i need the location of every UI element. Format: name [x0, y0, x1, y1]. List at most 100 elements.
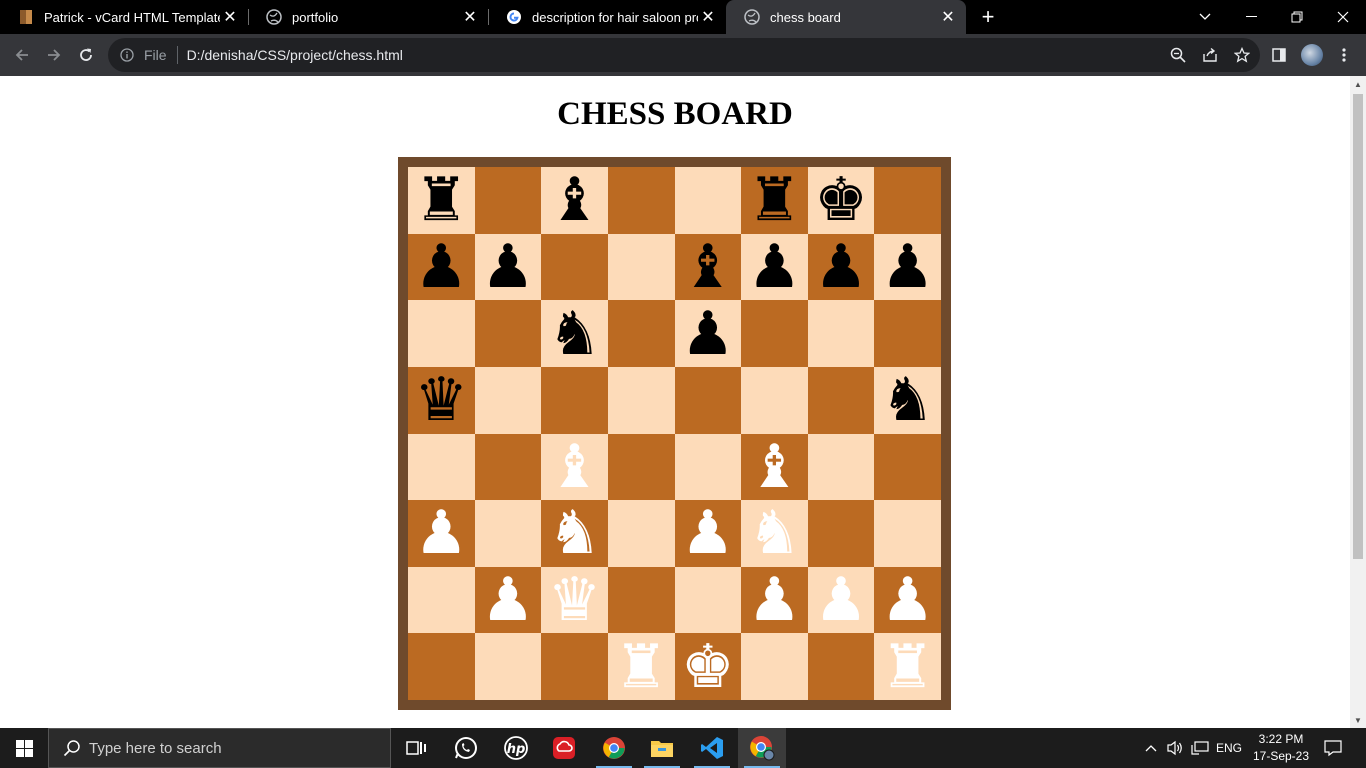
black-rook-icon: ♜ — [747, 165, 802, 236]
task-view-icon[interactable] — [392, 728, 440, 768]
back-button[interactable] — [8, 41, 36, 69]
scroll-up-arrow-icon[interactable]: ▲ — [1350, 76, 1366, 92]
black-pawn-icon: ♟ — [414, 231, 469, 302]
clock-time: 3:22 PM — [1258, 732, 1304, 746]
board-square — [607, 167, 675, 234]
zoom-icon[interactable] — [1168, 45, 1188, 65]
black-queen-icon: ♛ — [414, 365, 469, 436]
restore-button[interactable] — [1274, 0, 1320, 34]
close-icon[interactable]: ✕ — [698, 7, 718, 27]
board-square — [674, 433, 742, 501]
board-square — [474, 366, 542, 434]
globe-icon — [744, 9, 760, 25]
share-icon[interactable] — [1200, 45, 1220, 65]
vertical-scrollbar[interactable]: ▲ ▼ — [1350, 76, 1366, 728]
board-square: ♟ — [674, 500, 742, 567]
board-square: ♟ — [741, 233, 808, 301]
close-window-button[interactable] — [1320, 0, 1366, 34]
volume-icon[interactable] — [1164, 728, 1186, 768]
close-icon[interactable]: ✕ — [460, 7, 480, 27]
new-tab-button[interactable]: + — [975, 4, 1001, 30]
board-square: ♛ — [541, 566, 608, 634]
board-square — [807, 366, 875, 434]
close-icon[interactable]: ✕ — [938, 7, 958, 27]
black-pawn-icon: ♟ — [481, 231, 535, 302]
board-square: ♟ — [474, 231, 542, 302]
tab-portfolio[interactable]: portfolio ✕ — [248, 0, 488, 34]
avatar — [1301, 44, 1323, 66]
address-bar[interactable]: File D:/denisha/CSS/project/chess.html — [108, 38, 1260, 72]
board-square: ♝ — [674, 233, 742, 301]
board-square — [807, 500, 875, 567]
side-panel-button[interactable] — [1265, 41, 1293, 69]
clock-date: 17-Sep-23 — [1252, 749, 1310, 763]
kebab-menu-icon — [1342, 48, 1346, 62]
vcard-favicon — [18, 9, 34, 25]
page-content: CHESS BOARD ♜ ♝ ♜ ♚ ♟ ♟ ♝ ♟ ♟ ♟ ♞ ♟ ♛ ♞ ♝ ♝ ♟ ♞ ♟ ♞ ♟ ♛ ♟ ♟ ♟ ♜ ♚ ♜ — [0, 76, 1350, 728]
board-square: ♞ — [541, 300, 608, 367]
white-rook-icon: ♜ — [614, 631, 669, 702]
chrome-active-icon[interactable] — [738, 728, 786, 768]
white-pawn-icon: ♟ — [747, 565, 802, 636]
board-square: ♞ — [741, 500, 808, 567]
scroll-down-arrow-icon[interactable]: ▼ — [1350, 712, 1366, 728]
whatsapp-icon[interactable] — [442, 728, 490, 768]
notifications-icon[interactable] — [1318, 728, 1348, 768]
start-button[interactable] — [0, 728, 48, 768]
taskbar-search-box[interactable]: Type here to search — [48, 728, 391, 768]
black-king-icon: ♚ — [814, 165, 868, 236]
board-square — [874, 500, 941, 567]
reload-button[interactable] — [72, 41, 100, 69]
board-square — [474, 633, 542, 700]
profile-button[interactable] — [1298, 41, 1326, 69]
language-indicator[interactable]: ENG — [1212, 728, 1246, 768]
system-clock[interactable]: 3:22 PM 17-Sep-23 — [1248, 728, 1314, 768]
close-icon[interactable]: ✕ — [220, 7, 240, 27]
tab-chess-board[interactable]: chess board ✕ — [726, 0, 966, 34]
tab-search-button[interactable] — [1182, 0, 1228, 34]
address-divider — [176, 46, 178, 64]
network-icon[interactable] — [1188, 728, 1212, 768]
tab-title: Patrick - vCard HTML Template Pack — [44, 9, 220, 25]
black-knight-icon: ♞ — [547, 298, 602, 369]
tab-title: portfolio — [292, 9, 339, 25]
board-square — [674, 167, 742, 234]
board-square — [408, 633, 475, 700]
board-square — [607, 366, 675, 434]
black-rook-icon: ♜ — [414, 165, 469, 236]
vscode-icon[interactable] — [688, 728, 736, 768]
white-bishop-icon: ♝ — [547, 431, 602, 502]
menu-button[interactable] — [1330, 41, 1358, 69]
forward-button[interactable] — [40, 41, 68, 69]
show-hidden-icons-icon[interactable] — [1140, 728, 1162, 768]
board-square: ♟ — [408, 500, 475, 567]
url-text[interactable]: D:/denisha/CSS/project/chess.html — [187, 47, 403, 63]
scrollbar-thumb[interactable] — [1353, 94, 1363, 559]
board-square — [807, 433, 875, 501]
info-icon[interactable] — [120, 48, 134, 62]
board-square — [607, 566, 675, 634]
board-square — [541, 633, 608, 700]
windows-taskbar: Type here to search hp ENG 3:22 PM 17-Se… — [0, 728, 1366, 768]
hp-icon[interactable]: hp — [492, 728, 540, 768]
tab-hair-saloon[interactable]: description for hair saloon project ✕ — [488, 0, 726, 34]
board-square: ♝ — [741, 433, 808, 501]
minimize-button[interactable] — [1228, 0, 1274, 34]
board-square — [874, 300, 941, 367]
board-square: ♞ — [541, 500, 608, 567]
chrome-icon[interactable] — [590, 728, 638, 768]
board-square: ♛ — [408, 365, 475, 436]
reload-icon — [80, 48, 92, 61]
black-pawn-icon: ♟ — [814, 231, 868, 302]
white-king-icon: ♚ — [680, 631, 735, 702]
board-square: ♝ — [541, 431, 608, 502]
file-explorer-icon[interactable] — [638, 728, 686, 768]
board-square: ♝ — [541, 167, 608, 234]
scheme-label: File — [144, 47, 167, 63]
white-pawn-icon: ♟ — [814, 565, 868, 636]
board-square: ♜ — [607, 631, 675, 702]
board-square — [874, 167, 941, 234]
creative-cloud-icon[interactable] — [540, 728, 588, 768]
bookmark-star-icon[interactable] — [1232, 45, 1252, 65]
tab-vcard[interactable]: Patrick - vCard HTML Template Pack ✕ — [0, 0, 248, 34]
